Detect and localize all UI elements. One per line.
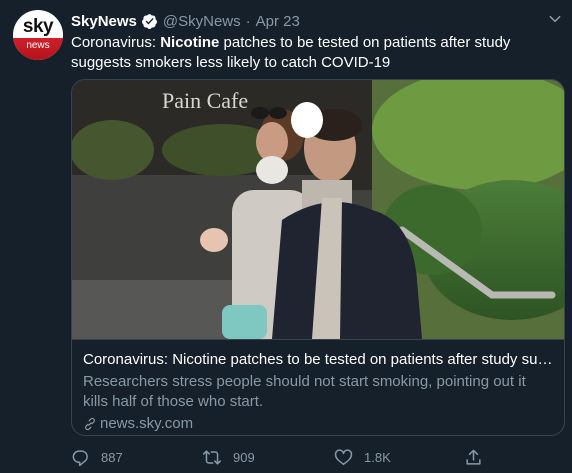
card-domain[interactable]: news.sky.com xyxy=(83,414,555,434)
reply-button[interactable]: 887 xyxy=(71,446,123,468)
chevron-down-icon[interactable] xyxy=(548,12,562,26)
tweet-text-bold: Nicotine xyxy=(160,34,220,51)
handle[interactable]: @SkyNews xyxy=(163,13,241,30)
reply-icon xyxy=(72,449,88,466)
like-count: 1.8K xyxy=(364,449,391,465)
tweet-header: SkyNews @SkyNews · Apr 23 xyxy=(71,11,300,31)
like-button[interactable]: 1.8K xyxy=(334,446,391,468)
card-description: Researchers stress people should not sta… xyxy=(83,373,526,410)
card-domain-text: news.sky.com xyxy=(100,415,194,432)
link-card[interactable]: Pain Cafe Coronavirus: Nicotine patches … xyxy=(71,79,565,436)
tweet-date[interactable]: Apr 23 xyxy=(256,13,300,30)
avatar-logo-news: news xyxy=(13,38,63,60)
card-image: Pain Cafe xyxy=(72,80,564,339)
like-icon xyxy=(334,448,353,465)
link-icon xyxy=(85,417,95,431)
card-title[interactable]: Coronavirus: Nicotine patches to be test… xyxy=(83,350,555,370)
retweet-icon xyxy=(202,449,222,465)
separator: · xyxy=(245,12,251,30)
card-photo: Pain Cafe xyxy=(72,80,564,339)
avatar-logo-sky: sky xyxy=(22,16,54,37)
tweet[interactable]: sky news SkyNews @SkyNews · Apr 23 Coron… xyxy=(0,0,572,473)
retweet-count: 909 xyxy=(233,449,255,465)
display-name[interactable]: SkyNews xyxy=(71,13,137,30)
share-icon xyxy=(466,449,481,465)
retweet-button[interactable]: 909 xyxy=(202,446,255,468)
share-button[interactable] xyxy=(464,446,494,468)
tweet-actions: 887 909 1.8K xyxy=(71,446,531,468)
reply-count: 887 xyxy=(101,449,123,465)
cafe-sign-text: Pain Cafe xyxy=(162,88,248,113)
verified-icon xyxy=(141,13,157,29)
tweet-text-start: Coronavirus: xyxy=(71,34,161,51)
card-body[interactable]: Coronavirus: Nicotine patches to be test… xyxy=(72,339,564,435)
tweet-text: Coronavirus: Nicotine patches to be test… xyxy=(71,33,551,73)
avatar[interactable]: sky news xyxy=(13,10,63,60)
